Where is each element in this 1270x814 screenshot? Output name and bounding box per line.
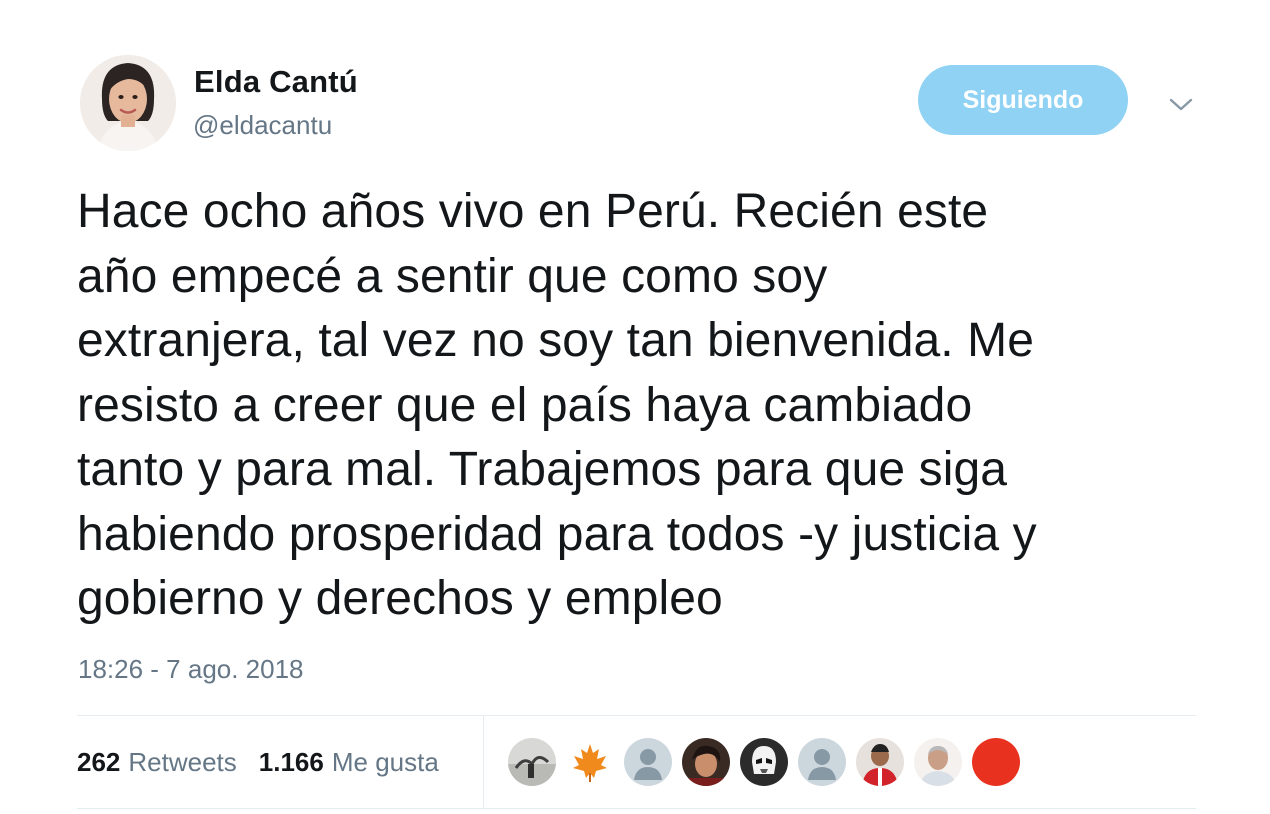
liker-photo-icon bbox=[682, 738, 730, 786]
author-display-name[interactable]: Elda Cantú bbox=[194, 64, 358, 100]
maple-leaf-icon bbox=[566, 738, 614, 786]
liker-photo-icon bbox=[856, 738, 904, 786]
liker-photo-icon bbox=[508, 738, 556, 786]
chevron-down-icon bbox=[1169, 98, 1193, 111]
liker-avatar[interactable] bbox=[508, 738, 556, 786]
default-avatar-icon bbox=[624, 738, 672, 786]
tweet-timestamp[interactable]: 18:26 - 7 ago. 2018 bbox=[78, 654, 304, 685]
tweet-stats: 262 Retweets 1.166 Me gusta bbox=[77, 716, 461, 808]
author-handle[interactable]: @eldacantu bbox=[193, 110, 332, 141]
red-avatar-icon bbox=[972, 738, 1020, 786]
liker-avatar[interactable] bbox=[566, 738, 614, 786]
liker-avatar[interactable] bbox=[798, 738, 846, 786]
liker-avatar[interactable] bbox=[914, 738, 962, 786]
liker-avatar[interactable] bbox=[856, 738, 904, 786]
author-avatar[interactable] bbox=[80, 55, 176, 151]
stormtrooper-icon bbox=[740, 738, 788, 786]
stats-separator bbox=[483, 716, 484, 808]
liker-avatar[interactable] bbox=[624, 738, 672, 786]
liker-avatar[interactable] bbox=[682, 738, 730, 786]
default-avatar-icon bbox=[798, 738, 846, 786]
liker-photo-icon bbox=[914, 738, 962, 786]
retweets-stat[interactable]: 262 Retweets bbox=[77, 747, 237, 778]
likes-stat[interactable]: 1.166 Me gusta bbox=[259, 747, 439, 778]
likes-count: 1.166 bbox=[258, 746, 324, 777]
liker-avatar[interactable] bbox=[972, 738, 1020, 786]
profile-photo-icon bbox=[80, 55, 176, 151]
retweets-label: Retweets bbox=[128, 746, 237, 777]
divider bbox=[77, 808, 1196, 809]
following-button[interactable]: Siguiendo bbox=[918, 65, 1128, 135]
likes-label: Me gusta bbox=[331, 746, 439, 777]
tweet-text: Hace ocho años vivo en Perú. Recién este… bbox=[77, 185, 1037, 625]
likers-avatars bbox=[508, 738, 1030, 786]
liker-avatar[interactable] bbox=[740, 738, 788, 786]
retweets-count: 262 bbox=[77, 746, 121, 777]
tweet-menu-button[interactable] bbox=[1164, 88, 1198, 122]
